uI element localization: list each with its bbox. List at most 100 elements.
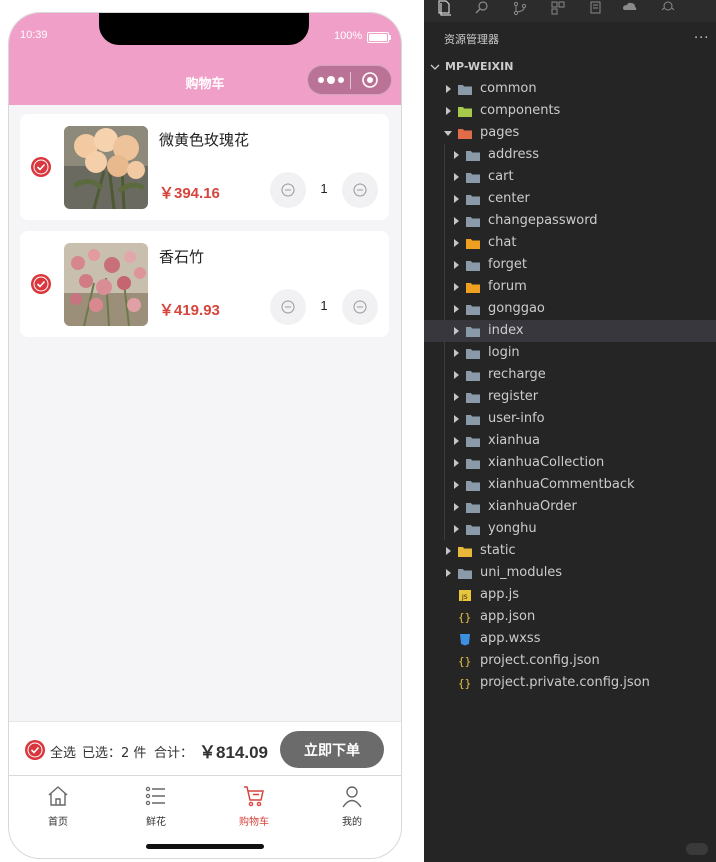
total-amount: ￥814.09 [199, 743, 268, 762]
product-name[interactable]: 微黄色玫瑰花 [159, 129, 249, 150]
tree-item[interactable]: {} app.json [424, 606, 716, 628]
tree-item-label: register [488, 389, 539, 404]
folder-icon [466, 415, 480, 425]
folder-icon [466, 371, 480, 381]
folder-icon [466, 437, 480, 447]
caret-right-icon [454, 283, 459, 291]
extensions-icon[interactable] [550, 0, 566, 16]
checkout-bar: 全选 已选：2 件 合计： ￥814.09 立即下单 [9, 721, 401, 776]
tree-item[interactable]: recharge [424, 364, 716, 386]
source-control-icon[interactable] [512, 0, 528, 16]
activity-bar [424, 0, 716, 22]
tree-item[interactable]: gonggao [424, 298, 716, 320]
caret-right-icon [454, 415, 459, 423]
status-badge [686, 843, 708, 855]
tree-item[interactable]: changepassword [424, 210, 716, 232]
tree-item-label: project.private.config.json [480, 675, 650, 690]
mini-program-capsule[interactable] [307, 65, 392, 95]
product-name[interactable]: 香石竹 [159, 246, 204, 267]
tree-item[interactable]: index [424, 320, 716, 342]
decrease-button[interactable] [270, 172, 306, 208]
increase-button[interactable] [342, 289, 378, 325]
tree-item[interactable]: uni_modules [424, 562, 716, 584]
tree-item[interactable]: cart [424, 166, 716, 188]
checkbox-checked-icon[interactable] [30, 156, 52, 178]
product-image-rose[interactable] [64, 126, 148, 209]
more-actions-icon[interactable]: ··· [694, 31, 709, 46]
tree-item[interactable]: xianhuaCommentback [424, 474, 716, 496]
decrease-button[interactable] [270, 289, 306, 325]
search-icon[interactable] [474, 0, 490, 16]
caret-right-icon [454, 151, 459, 159]
tab-label: 鲜花 [146, 817, 166, 828]
tree-item[interactable]: yonghu [424, 518, 716, 540]
file-explorer-panel: 资源管理器 ··· MP-WEIXIN common components page… [424, 0, 716, 862]
tree-item-label: xianhuaCommentback [488, 477, 635, 492]
quantity-value: 1 [320, 298, 328, 313]
folder-icon [466, 239, 480, 249]
svg-text:{}: {} [458, 655, 471, 668]
tree-item[interactable]: common [424, 78, 716, 100]
folder-icon [466, 393, 480, 403]
svg-text:{}: {} [458, 677, 471, 690]
tree-item[interactable]: pages [424, 122, 716, 144]
cloud-icon[interactable] [622, 0, 638, 16]
tree-item[interactable]: JS app.js [424, 584, 716, 606]
tree-item-label: center [488, 191, 530, 206]
folder-icon [466, 525, 480, 535]
folder-icon [458, 569, 472, 579]
place-order-button[interactable]: 立即下单 [280, 731, 384, 768]
tree-item[interactable]: register [424, 386, 716, 408]
tree-item-label: app.js [480, 587, 519, 602]
tree-item[interactable]: forget [424, 254, 716, 276]
increase-button[interactable] [342, 172, 378, 208]
tree-item-label: xianhuaOrder [488, 499, 577, 514]
tree-item-label: chat [488, 235, 517, 250]
folder-icon [458, 547, 472, 557]
select-all-checkbox-icon[interactable] [24, 739, 46, 761]
tree-item[interactable]: login [424, 342, 716, 364]
caret-right-icon [454, 261, 459, 269]
tree-item[interactable]: xianhuaOrder [424, 496, 716, 518]
caret-right-icon [446, 85, 451, 93]
select-all-label[interactable]: 全选 [50, 742, 76, 761]
tree-item[interactable]: forum [424, 276, 716, 298]
tab-label: 首页 [48, 817, 68, 828]
plus-icon [353, 183, 367, 197]
quantity-value: 1 [320, 181, 328, 196]
tree-item-label: forum [488, 279, 527, 294]
tree-item[interactable]: chat [424, 232, 716, 254]
tree-item[interactable]: xianhuaCollection [424, 452, 716, 474]
tree-item[interactable]: app.wxss [424, 628, 716, 650]
tab-profile[interactable]: 我的 [303, 776, 401, 836]
tree-item[interactable]: {} project.config.json [424, 650, 716, 672]
tab-flowers[interactable]: 鲜花 [107, 776, 205, 836]
debug-icon[interactable] [660, 0, 676, 16]
tree-item[interactable]: center [424, 188, 716, 210]
folder-icon [466, 327, 480, 337]
folder-icon [466, 151, 480, 161]
tree-item[interactable]: components [424, 100, 716, 122]
tree-item-label: static [480, 543, 516, 558]
tab-cart[interactable]: 购物车 [205, 776, 303, 836]
pages-icon[interactable] [588, 0, 604, 16]
minus-icon [281, 183, 295, 197]
tree-item-label: xianhua [488, 433, 540, 448]
more-dots-icon[interactable] [318, 75, 344, 85]
tree-item[interactable]: {} project.private.config.json [424, 672, 716, 694]
files-icon[interactable] [436, 0, 452, 16]
folder-icon [466, 217, 480, 227]
close-target-icon[interactable] [362, 72, 378, 88]
folder-icon [466, 349, 480, 359]
tree-item[interactable]: static [424, 540, 716, 562]
tree-item[interactable]: user-info [424, 408, 716, 430]
product-image-carnation[interactable] [64, 243, 148, 326]
tree-item[interactable]: xianhua [424, 430, 716, 452]
caret-right-icon [454, 503, 459, 511]
checkbox-checked-icon[interactable] [30, 273, 52, 295]
project-section-header[interactable]: MP-WEIXIN [424, 56, 716, 78]
tree-item[interactable]: address [424, 144, 716, 166]
caret-right-icon [454, 437, 459, 445]
tab-home[interactable]: 首页 [9, 776, 107, 836]
folder-icon [466, 503, 480, 513]
